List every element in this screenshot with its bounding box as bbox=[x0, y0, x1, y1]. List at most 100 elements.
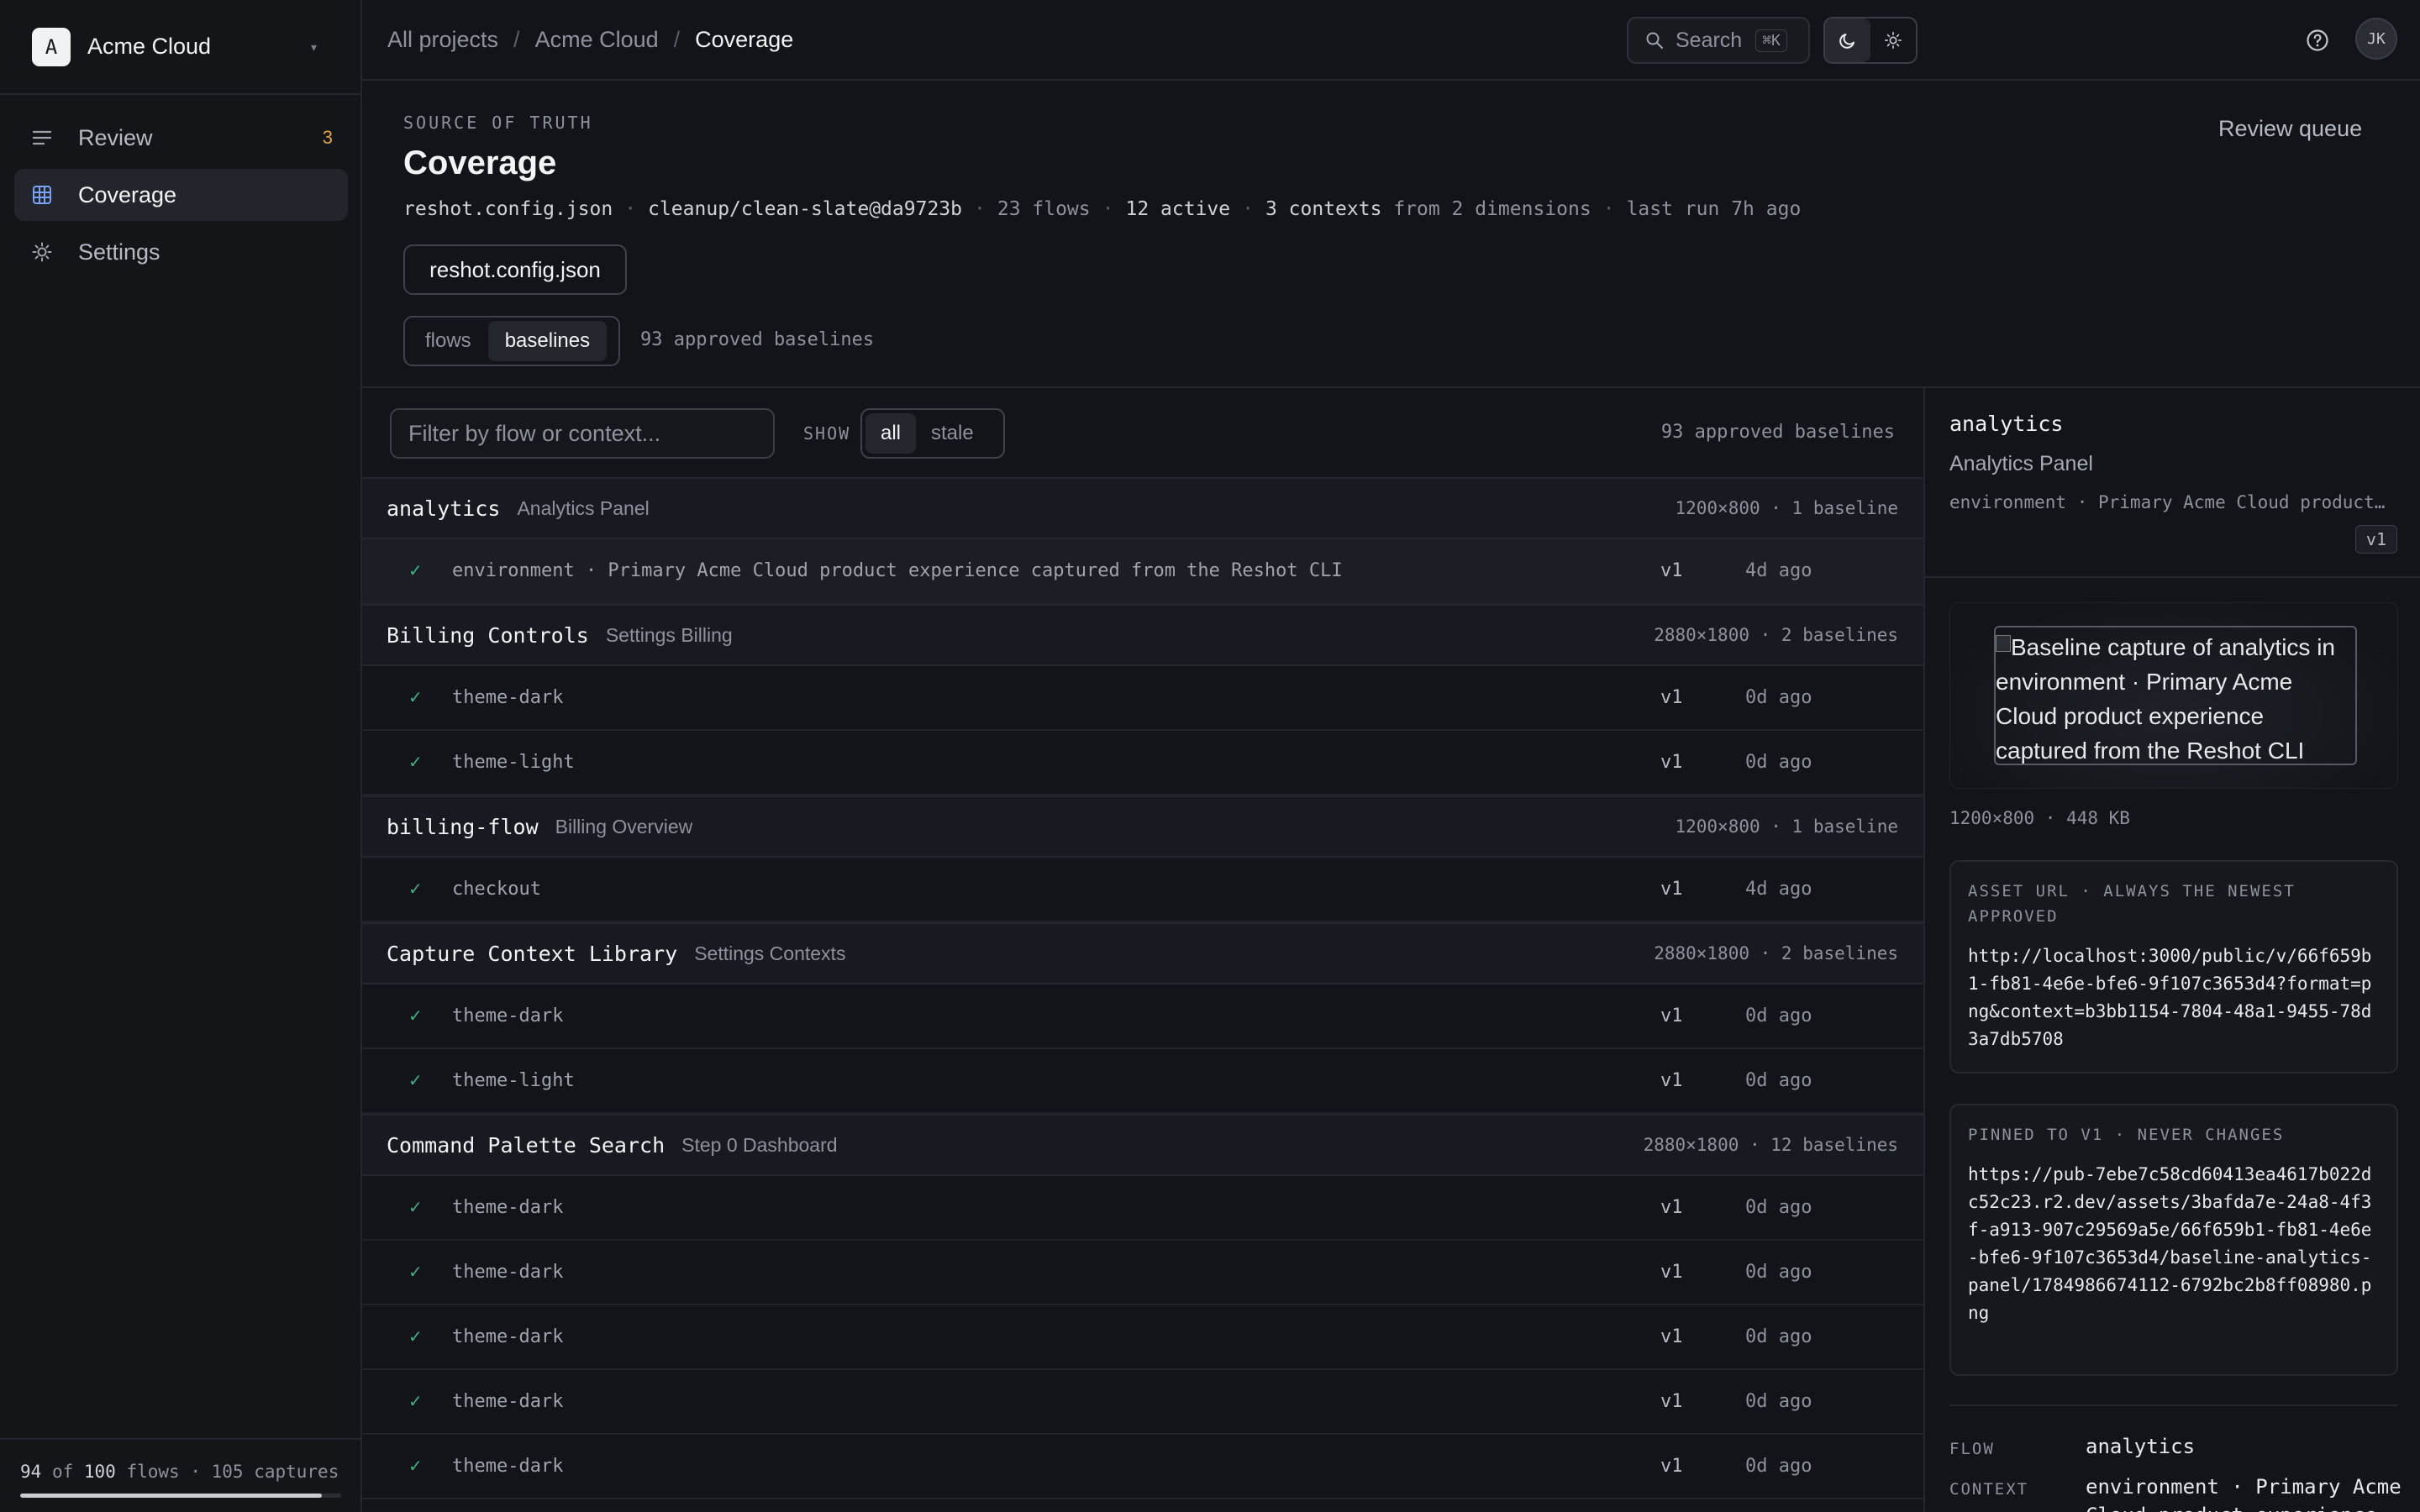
baseline-row[interactable]: ✓ theme-dark v1 0d ago bbox=[362, 1241, 1923, 1305]
section-eyebrow: SOURCE OF TRUTH bbox=[403, 113, 593, 133]
baseline-version: v1 bbox=[1660, 1070, 1683, 1091]
flow-group-header[interactable]: Billing Controls Settings Billing 2880×180… bbox=[362, 604, 1923, 666]
baselines-list: Filter by flow or context... SHOW all st… bbox=[362, 388, 1923, 1512]
baseline-row[interactable]: ✓ theme-dark v1 0d ago bbox=[362, 1305, 1923, 1370]
workspace-switcher[interactable]: A Acme Cloud ▾ bbox=[0, 0, 360, 95]
baseline-row[interactable]: ✓ theme-dark v1 0d ago bbox=[362, 1435, 1923, 1499]
asset-url-label: ASSET URL · ALWAYS THE NEWEST APPROVED bbox=[1968, 882, 2296, 926]
baseline-context: theme-dark bbox=[452, 1456, 564, 1477]
flow-subtitle: Settings Billing bbox=[605, 623, 733, 646]
baseline-version: v1 bbox=[1660, 1262, 1683, 1283]
meta-contexts: 3 contexts bbox=[1265, 198, 1382, 220]
check-icon: ✓ bbox=[408, 1199, 423, 1217]
kv-value-context: environment · Primary Acme Cloud product… bbox=[2086, 1475, 2402, 1512]
broken-image-placeholder: Baseline capture of analytics in environ… bbox=[1994, 626, 2357, 765]
breadcrumb-all-projects[interactable]: All projects bbox=[387, 27, 498, 53]
view-toggle: flows baselines bbox=[403, 316, 620, 366]
baseline-context: theme-dark bbox=[452, 1197, 564, 1218]
check-icon: ✓ bbox=[408, 562, 423, 580]
baseline-context: theme-light bbox=[452, 752, 575, 773]
baseline-version: v1 bbox=[1660, 1326, 1683, 1347]
search-button[interactable]: Search ⌘K bbox=[1627, 17, 1810, 64]
coverage-footer: 94 of 100 flows · 105 captures bbox=[0, 1438, 360, 1512]
flow-group-header[interactable]: Command Palette Search Step 0 Dashboard 28… bbox=[362, 1114, 1923, 1176]
check-icon: ✓ bbox=[408, 1393, 423, 1411]
sidebar-item-label: Coverage bbox=[78, 181, 177, 207]
pinned-url-value[interactable]: https://pub-7ebe7c58cd60413ea4617b022dc5… bbox=[1968, 1161, 2380, 1327]
baseline-version: v1 bbox=[1660, 1456, 1683, 1477]
search-shortcut: ⌘K bbox=[1755, 29, 1787, 52]
pinned-url-label: PINNED TO V1 · NEVER CHANGES bbox=[1968, 1126, 2285, 1144]
check-icon: ✓ bbox=[408, 1072, 423, 1090]
sidebar-item-coverage[interactable]: Coverage bbox=[14, 169, 348, 221]
search-icon bbox=[1645, 31, 1664, 50]
baseline-row[interactable]: ✓ theme-dark v1 0d ago bbox=[362, 1370, 1923, 1435]
baseline-row[interactable]: ✓ theme-dark v1 0d ago bbox=[362, 1176, 1923, 1241]
preview-alt-text: Baseline capture of analytics in environ… bbox=[1996, 634, 2335, 764]
show-option-stale[interactable]: stale bbox=[916, 413, 989, 454]
flow-name: billing-flow bbox=[387, 814, 539, 839]
baseline-row[interactable]: ✓ environment · Primary Acme Cloud produc… bbox=[362, 539, 1923, 604]
baseline-age: 0d ago bbox=[1745, 1262, 1812, 1283]
baseline-age: 0d ago bbox=[1745, 1391, 1812, 1412]
check-icon: ✓ bbox=[408, 753, 423, 772]
config-file-button[interactable]: reshot.config.json bbox=[403, 244, 627, 295]
asset-url-value[interactable]: http://localhost:3000/public/v/66f659b1-… bbox=[1968, 942, 2380, 1053]
detail-context: environment · Primary Acme Cloud product… bbox=[1949, 492, 2386, 512]
meta-flows: 23 flows bbox=[997, 198, 1091, 220]
baseline-version: v1 bbox=[1660, 879, 1683, 900]
baseline-row[interactable]: ✓ theme-light v1 0d ago bbox=[362, 1049, 1923, 1114]
flow-name: analytics bbox=[387, 496, 501, 521]
meta-last-run: last run 7h ago bbox=[1626, 198, 1802, 220]
baseline-row[interactable]: ✓ theme-light v1 0d ago bbox=[362, 731, 1923, 795]
review-queue-link[interactable]: Review queue bbox=[2218, 116, 2362, 142]
breadcrumb-project[interactable]: Acme Cloud bbox=[535, 27, 659, 53]
view-option-flows[interactable]: flows bbox=[408, 321, 488, 361]
baseline-version: v1 bbox=[1660, 560, 1683, 581]
check-icon: ✓ bbox=[408, 880, 423, 899]
flow-group-header[interactable]: billing-flow Billing Overview 1200×800 · 1… bbox=[362, 795, 1923, 858]
baseline-context: theme-dark bbox=[452, 1262, 564, 1283]
help-button[interactable] bbox=[2301, 24, 2334, 57]
flow-name: Command Palette Search bbox=[387, 1132, 666, 1158]
meta-config: reshot.config.json bbox=[403, 198, 613, 220]
baseline-version: v1 bbox=[1660, 1005, 1683, 1026]
baseline-context: theme-light bbox=[452, 1070, 575, 1091]
baseline-preview[interactable]: Baseline capture of analytics in environ… bbox=[1949, 602, 2398, 789]
list-icon bbox=[31, 127, 53, 149]
chevron-down-icon: ▾ bbox=[310, 40, 317, 54]
sidebar-item-label: Review bbox=[78, 124, 153, 150]
show-filter-toggle: all stale bbox=[860, 408, 1005, 459]
baseline-row[interactable]: ✓ theme-dark v1 0d ago bbox=[362, 984, 1923, 1049]
baseline-row[interactable]: ✓ theme-dark v1 0d ago bbox=[362, 666, 1923, 731]
detail-flow-name: analytics bbox=[1949, 412, 2064, 436]
preview-dimensions: 1200×800 · 448 KB bbox=[1949, 808, 2130, 828]
pinned-url-card[interactable]: PINNED TO V1 · NEVER CHANGES https://pub… bbox=[1949, 1104, 2398, 1376]
light-theme-option[interactable] bbox=[1870, 18, 1916, 62]
baseline-age: 0d ago bbox=[1745, 687, 1812, 708]
sidebar-item-review[interactable]: Review 3 bbox=[14, 112, 348, 164]
filter-input[interactable]: Filter by flow or context... bbox=[390, 408, 775, 459]
theme-toggle[interactable] bbox=[1823, 17, 1918, 64]
coverage-progress-fill bbox=[20, 1494, 323, 1498]
sidebar-item-settings[interactable]: Settings bbox=[14, 226, 348, 278]
workspace-name: Acme Cloud bbox=[87, 34, 212, 59]
flow-meta: 1200×800 · 1 baseline bbox=[1675, 816, 1898, 837]
flow-group-header[interactable]: Capture Context Library Settings Contexts… bbox=[362, 922, 1923, 984]
version-badge: v1 bbox=[2354, 525, 2397, 554]
asset-url-card[interactable]: ASSET URL · ALWAYS THE NEWEST APPROVED h… bbox=[1949, 860, 2398, 1074]
baseline-row[interactable]: ✓ checkout v1 4d ago bbox=[362, 858, 1923, 922]
show-option-all[interactable]: all bbox=[865, 413, 917, 454]
breadcrumb-separator: / bbox=[673, 26, 681, 52]
flow-group-header[interactable]: analytics Analytics Panel 1200×800 · 1 bas… bbox=[362, 477, 1923, 539]
baseline-version: v1 bbox=[1660, 687, 1683, 708]
list-count: 93 approved baselines bbox=[1660, 422, 1895, 443]
baseline-age: 0d ago bbox=[1745, 1197, 1812, 1218]
avatar[interactable]: JK bbox=[2355, 18, 2397, 60]
flow-meta: 2880×1800 · 12 baselines bbox=[1643, 1135, 1898, 1155]
flow-subtitle: Billing Overview bbox=[555, 815, 693, 837]
broken-image-icon bbox=[1996, 635, 2011, 652]
dark-theme-option[interactable] bbox=[1825, 18, 1870, 62]
view-option-baselines[interactable]: baselines bbox=[487, 321, 608, 361]
sun-gear-icon bbox=[31, 241, 53, 263]
